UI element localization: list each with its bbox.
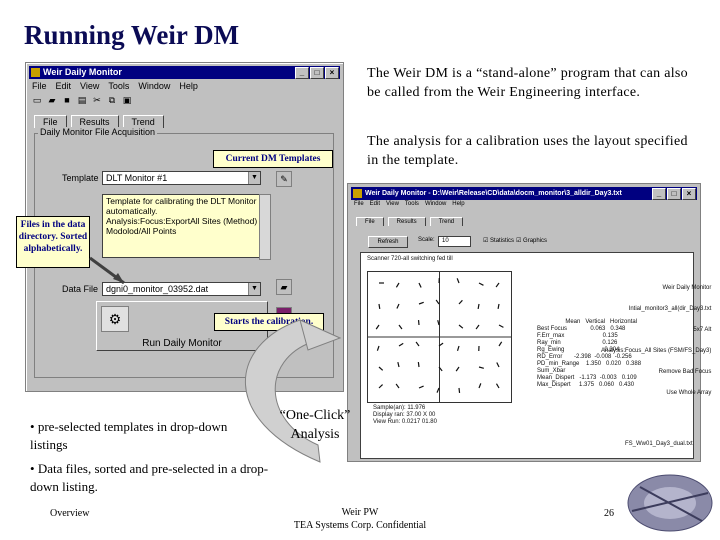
bullet-templates: • pre-selected templates in drop-down li… bbox=[30, 418, 235, 454]
bullet-marker: • bbox=[30, 419, 35, 434]
tab-file[interactable]: File bbox=[356, 217, 384, 226]
graphics-label: Graphics bbox=[523, 238, 548, 244]
plot-vector bbox=[458, 387, 461, 394]
page-number: 26 bbox=[604, 508, 614, 519]
minimize-button[interactable]: _ bbox=[652, 188, 666, 200]
stat-row: Best Focus 0.063 0.348 bbox=[537, 326, 626, 332]
bullet-text: Data files, sorted and pre-selected in a… bbox=[30, 461, 269, 494]
menu-window[interactable]: Window bbox=[425, 201, 446, 207]
stat-row: Ray_min 0.126 bbox=[537, 340, 618, 346]
menu-tools[interactable]: Tools bbox=[405, 201, 419, 207]
graphics-checkbox[interactable]: ☑ Graphics bbox=[516, 237, 547, 244]
stat-row: Max_Dispert 1.375 0.060 0.430 bbox=[537, 382, 635, 388]
tab-results[interactable]: Results bbox=[387, 217, 426, 226]
readout-line: Weir Daily Monitor bbox=[662, 285, 712, 291]
one-click-label: “One-Click” Analysis bbox=[279, 408, 351, 442]
readout-line: Use Whole Array bbox=[666, 390, 712, 396]
results-window: Weir Daily Monitor - D:\Weir\Release\CD\… bbox=[347, 183, 711, 462]
footer-center: Weir PW TEA Systems Corp. Confidential bbox=[260, 506, 460, 532]
stat-header: Mean Vertical Horizontal bbox=[537, 319, 638, 325]
bullet-text: pre-selected templates in drop-down list… bbox=[30, 419, 228, 452]
maximize-button[interactable]: □ bbox=[667, 188, 681, 200]
stat-row: RD_Error -2.398 -0.008 -0.256 bbox=[537, 354, 632, 360]
results-footer-filename: FS_Ww01_Day3_dual.txt bbox=[625, 441, 693, 447]
plot-vector bbox=[378, 303, 381, 310]
results-panel: Scanner 720-all switching fed till Weir … bbox=[360, 252, 711, 459]
scale-label: Scale: bbox=[418, 237, 435, 243]
vector-field-plot bbox=[367, 271, 512, 403]
readout-line: Intial_monitor3_all(dir_Day3.txt bbox=[628, 306, 712, 312]
footer-center-bottom: TEA Systems Corp. Confidential bbox=[293, 520, 427, 531]
stat-row: Mean_Dispert -1.173 -0.003 0.109 bbox=[537, 375, 637, 381]
one-click-arrowhead bbox=[299, 319, 342, 351]
results-window-title: Weir Daily Monitor - D:\Weir\Release\CD\… bbox=[365, 190, 622, 197]
scale-input[interactable]: 10 bbox=[438, 236, 471, 247]
plot-vector bbox=[417, 361, 420, 368]
app-icon bbox=[353, 189, 362, 198]
statistics-label: Statistics bbox=[490, 238, 515, 244]
results-titlebar: Weir Daily Monitor - D:\Weir\Release\CD\… bbox=[351, 187, 697, 200]
footer-center-top: Weir PW bbox=[341, 507, 379, 518]
sample-readout: Sample(an): 11.976 Display ran: 37.00 X … bbox=[373, 405, 437, 425]
statistics-table: Mean Vertical Horizontal Best Focus 0.063… bbox=[537, 319, 641, 389]
company-logo bbox=[627, 474, 713, 532]
tab-trend[interactable]: Trend bbox=[429, 217, 464, 226]
footer-left: Overview bbox=[50, 508, 90, 519]
results-menu-bar: File Edit View Tools Window Help bbox=[354, 201, 465, 207]
bullet-data-files: • Data files, sorted and pre-selected in… bbox=[30, 460, 270, 496]
bullet-marker: • bbox=[30, 461, 35, 476]
menu-file[interactable]: File bbox=[354, 201, 364, 207]
statistics-checkbox[interactable]: ☑ Statistics bbox=[483, 237, 514, 244]
menu-edit[interactable]: Edit bbox=[370, 201, 380, 207]
results-tab-strip: File Results Trend bbox=[356, 217, 464, 226]
menu-help[interactable]: Help bbox=[452, 201, 464, 207]
close-button[interactable]: × bbox=[682, 188, 696, 200]
refresh-button[interactable]: Refresh bbox=[368, 236, 408, 248]
stat-row: F.Err_max 0.135 bbox=[537, 333, 618, 339]
scanner-line: Scanner 720-all switching fed till bbox=[367, 256, 453, 262]
stat-row: Rg_Ewing 0.304 bbox=[537, 347, 620, 353]
menu-view[interactable]: View bbox=[386, 201, 399, 207]
stat-row: Sum_Xbar bbox=[537, 368, 614, 374]
stat-row: PD_min_Range 1.350 0.020 0.388 bbox=[537, 361, 642, 367]
